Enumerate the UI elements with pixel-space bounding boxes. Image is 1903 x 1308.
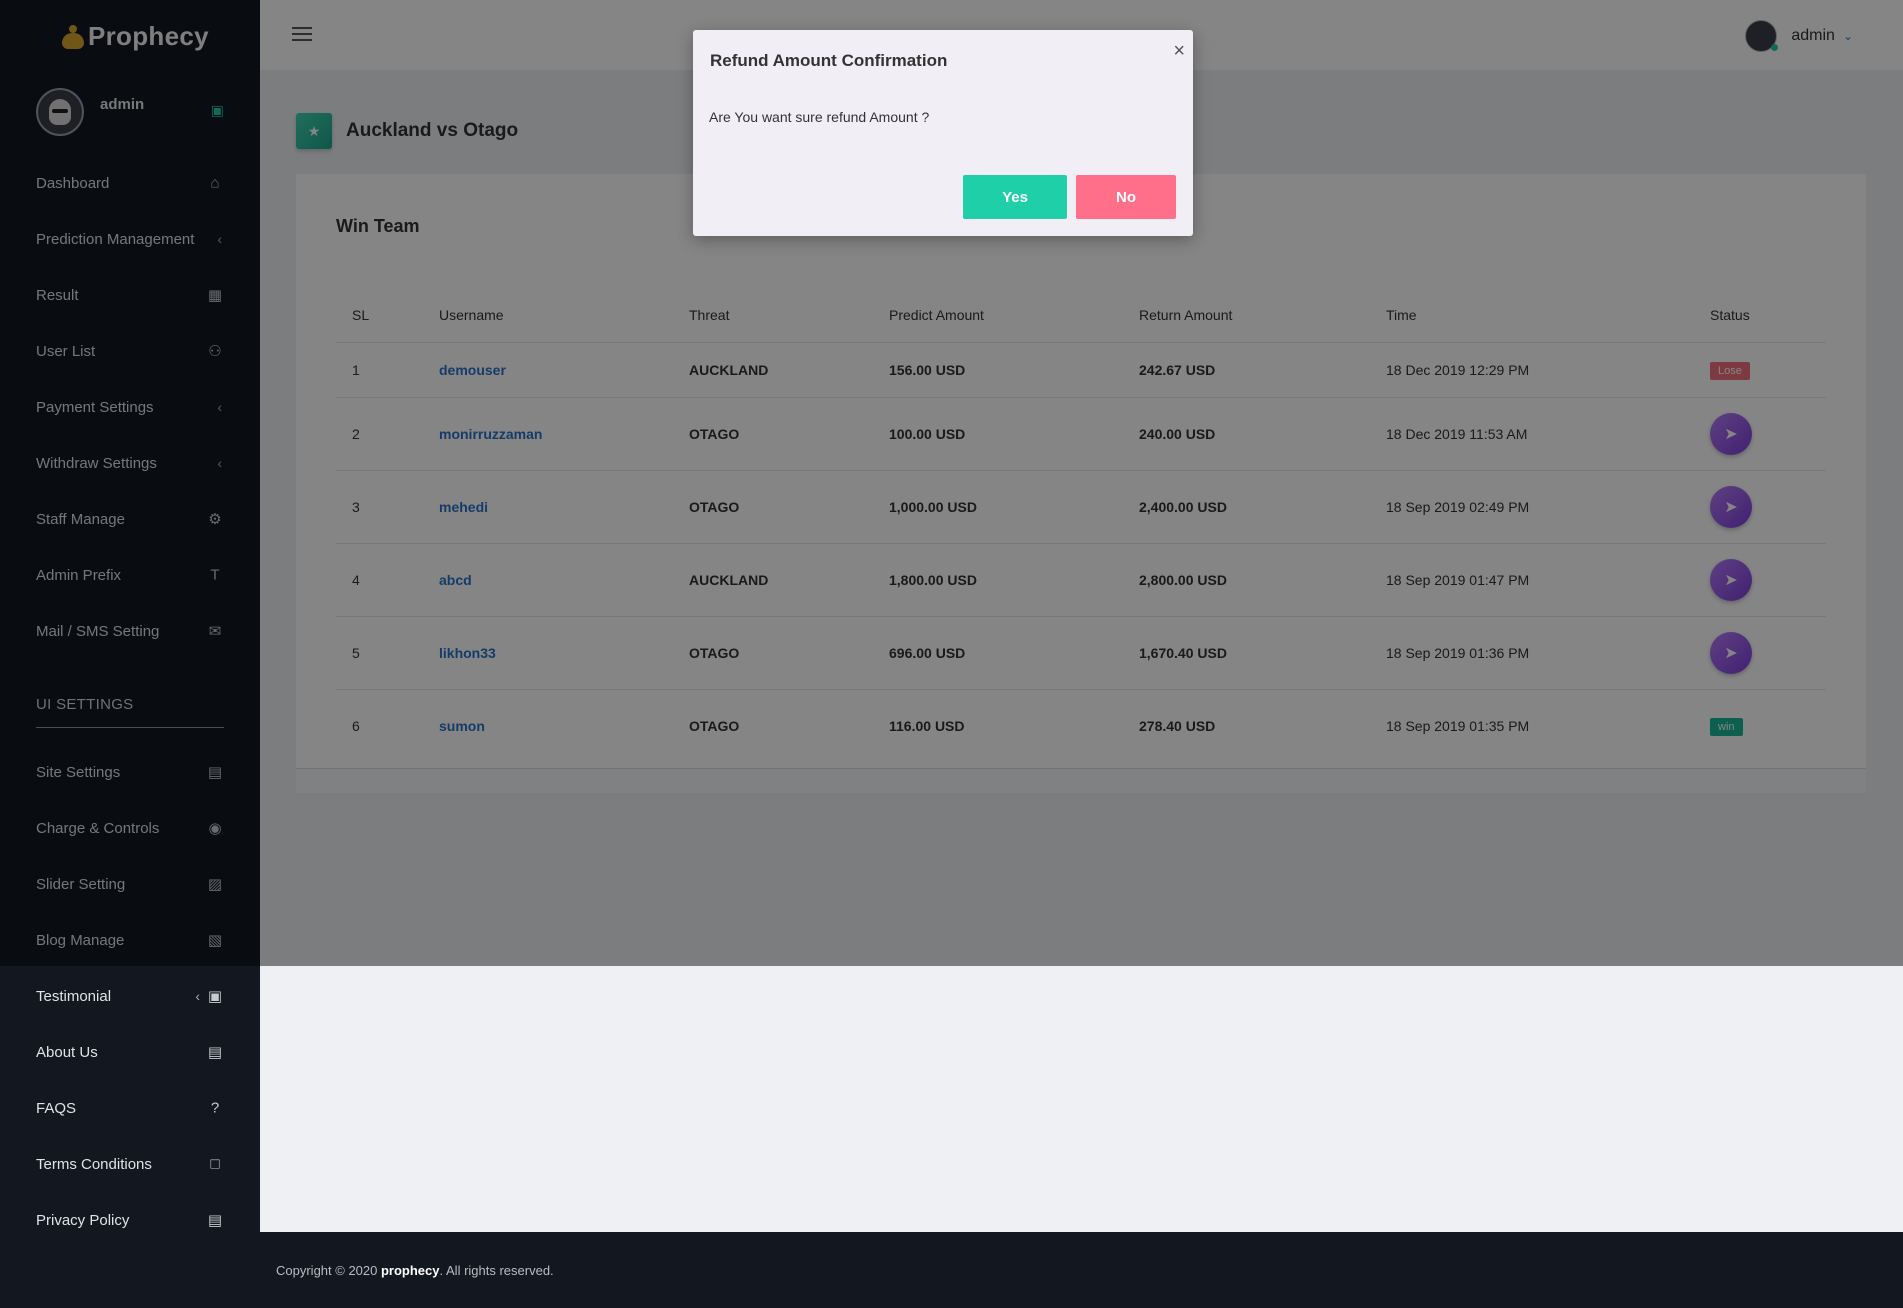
copyright-suffix: . All rights reserved. xyxy=(439,1263,554,1278)
chevron-left-icon: ‹ xyxy=(195,988,200,1004)
modal-message: Are You want sure refund Amount ? xyxy=(709,109,930,125)
copyright-text: Copyright © 2020 prophecy. All rights re… xyxy=(276,1263,554,1278)
sidebar-item-label: Testimonial xyxy=(36,987,112,1005)
file-text-icon: ▤ xyxy=(207,1044,223,1061)
refund-confirmation-modal: Refund Amount Confirmation × Are You wan… xyxy=(693,30,1193,236)
sidebar-item-privacy-policy[interactable]: Privacy Policy ▤ xyxy=(0,1192,260,1248)
policy-icon: ▤ xyxy=(207,1212,223,1229)
yes-button[interactable]: Yes xyxy=(963,175,1067,219)
ticket-icon: ▣ xyxy=(207,988,223,1005)
footer-brand: prophecy xyxy=(380,1263,440,1278)
question-icon: ? xyxy=(210,1099,220,1117)
sidebar-item-about-us[interactable]: About Us ▤ xyxy=(0,1024,260,1080)
sidebar-item-label: FAQS xyxy=(36,1099,77,1117)
file-outline-icon: □ xyxy=(210,1155,220,1173)
close-icon[interactable]: × xyxy=(1173,40,1185,63)
sidebar-item-label: Terms Conditions xyxy=(36,1155,152,1173)
sidebar-item-testimonial[interactable]: Testimonial ‹ ▣ xyxy=(0,968,260,1024)
sidebar-item-faqs[interactable]: FAQS ? xyxy=(0,1080,260,1136)
sidebar-item-terms-conditions[interactable]: Terms Conditions □ xyxy=(0,1136,260,1192)
sidebar-item-label: About Us xyxy=(36,1043,98,1061)
copyright-prefix: Copyright © 2020 xyxy=(276,1263,381,1278)
modal-title: Refund Amount Confirmation xyxy=(710,51,948,70)
sidebar-item-label: Privacy Policy xyxy=(36,1211,130,1229)
no-button[interactable]: No xyxy=(1076,175,1176,219)
page-footer: Copyright © 2020 prophecy. All rights re… xyxy=(260,1232,1903,1308)
